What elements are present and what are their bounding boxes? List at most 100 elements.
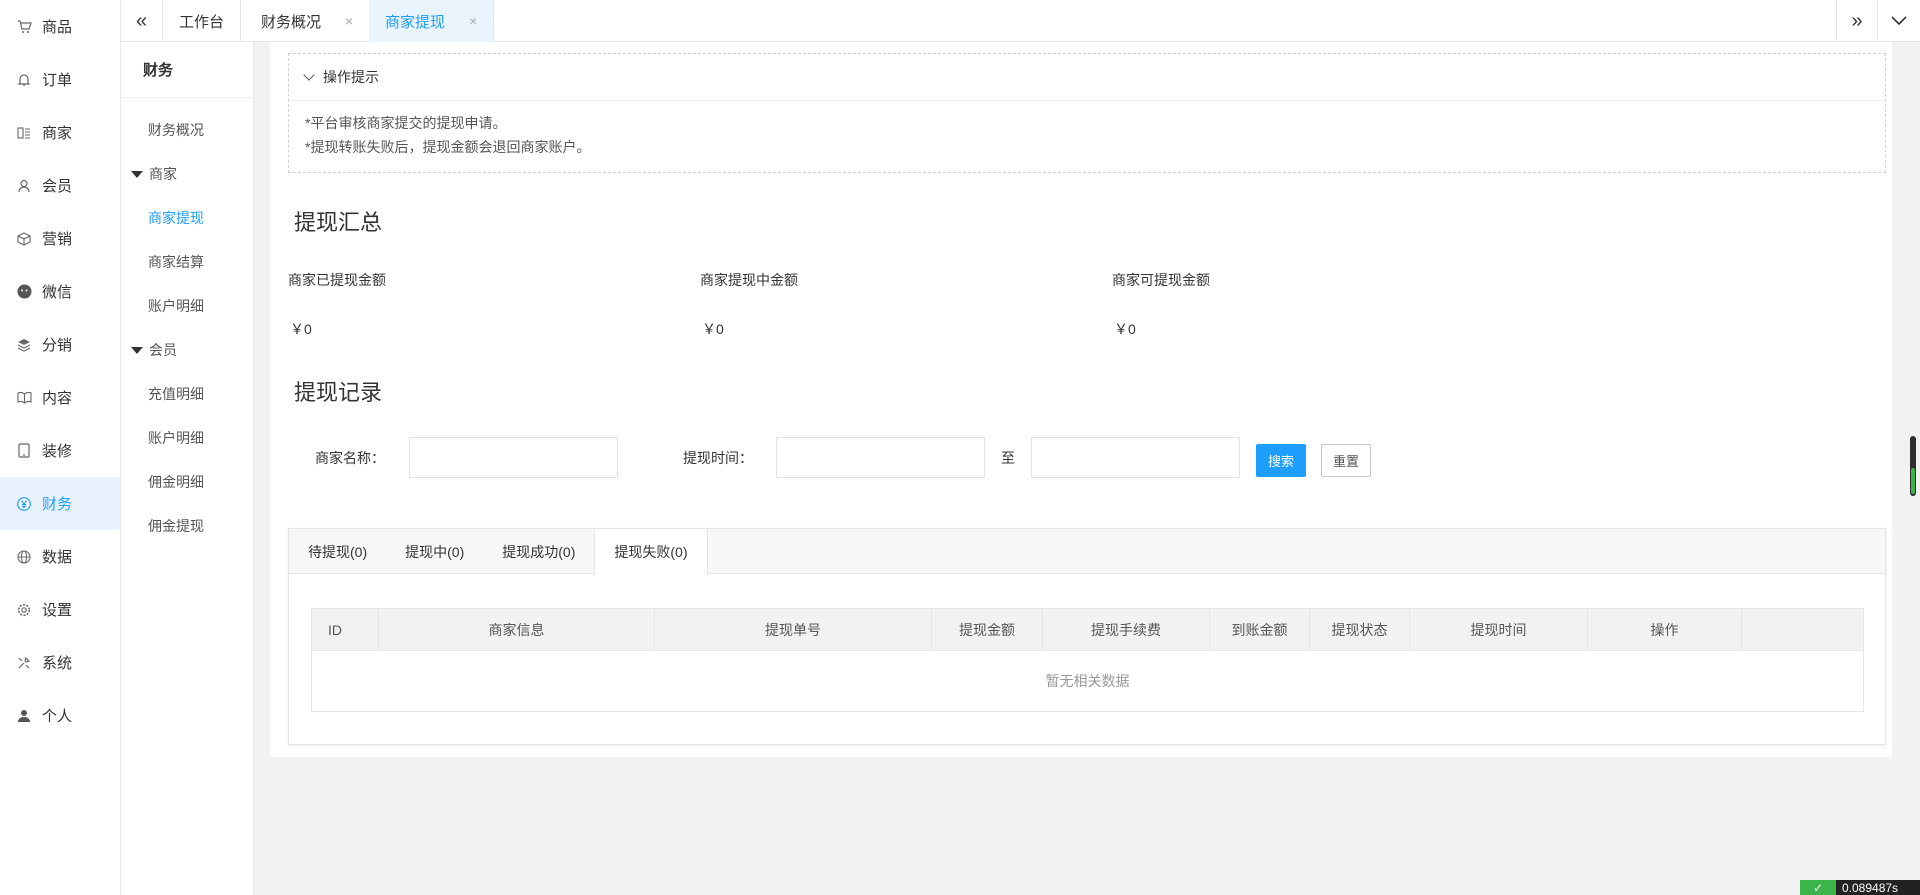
yen-icon — [16, 496, 32, 512]
sub-nav-merchant-settlement[interactable]: 商家结算 — [121, 240, 253, 284]
column-header: 操作 — [1587, 608, 1742, 651]
column-header: 到账金额 — [1209, 608, 1310, 651]
nav-item-orders[interactable]: 订单 — [0, 53, 120, 106]
status-tabs: 待提现(0) 提现中(0) 提现成功(0) 提现失败(0) — [289, 529, 1885, 575]
nav-item-label: 订单 — [42, 72, 73, 89]
layers-icon — [16, 337, 32, 353]
caret-down-icon — [131, 346, 143, 354]
stat-value-withdrawn: ￥0 — [290, 321, 312, 337]
column-header — [1741, 608, 1864, 651]
sub-nav-merchant-withdraw[interactable]: 商家提现 — [121, 196, 253, 240]
sub-nav-commission-detail[interactable]: 佣金明细 — [121, 460, 253, 504]
column-header: 提现状态 — [1309, 608, 1410, 651]
debug-timer-value: 0.089487s — [1836, 880, 1920, 895]
sub-nav-commission-withdraw[interactable]: 佣金提现 — [121, 504, 253, 548]
merchant-name-input[interactable] — [409, 437, 618, 478]
book-icon — [16, 390, 32, 406]
debug-timer-badge: ✓ 0.089487s — [1800, 880, 1920, 895]
column-header: ID — [311, 608, 379, 651]
nav-item-label: 个人 — [42, 708, 73, 725]
stat-label-pending: 商家提现中金额 — [700, 272, 798, 288]
withdraw-tabs-panel: 待提现(0) 提现中(0) 提现成功(0) 提现失败(0) ID 商家信息 提现… — [288, 528, 1886, 745]
sub-nav-merchant-account-detail[interactable]: 账户明细 — [121, 284, 253, 328]
search-button[interactable]: 搜索 — [1256, 444, 1306, 477]
sub-nav-group-label: 会员 — [149, 342, 177, 358]
nav-item-finance[interactable]: 财务 — [0, 477, 120, 530]
close-icon[interactable]: × — [469, 13, 477, 29]
tab-workbench[interactable]: 工作台 — [163, 0, 242, 42]
tips-title: 操作提示 — [323, 69, 379, 85]
tabs-scroll-left-button[interactable]: « — [121, 0, 163, 42]
nav-item-label: 装修 — [42, 443, 73, 460]
tab-bar: « 工作台 财务概况 × 商家提现 × » — [121, 0, 1920, 42]
nav-item-label: 会员 — [42, 178, 73, 195]
nav-item-label: 设置 — [42, 602, 73, 619]
nav-item-merchants[interactable]: 商家 — [0, 106, 120, 159]
summary-title: 提现汇总 — [294, 210, 383, 235]
nav-item-members[interactable]: 会员 — [0, 159, 120, 212]
nav-item-content[interactable]: 内容 — [0, 371, 120, 424]
nav-item-wechat[interactable]: 微信 — [0, 265, 120, 318]
records-title: 提现记录 — [294, 380, 383, 405]
chevron-down-icon — [1891, 16, 1907, 26]
reset-button[interactable]: 重置 — [1321, 444, 1371, 477]
nav-item-label: 内容 — [42, 390, 73, 407]
column-header: 提现手续费 — [1042, 608, 1210, 651]
tips-toggle[interactable]: 操作提示 — [289, 54, 1885, 101]
caret-down-icon — [131, 170, 143, 178]
sub-nav-member-account-detail[interactable]: 账户明细 — [121, 416, 253, 460]
tab-finance-overview[interactable]: 财务概况 × — [245, 0, 371, 42]
tab-pending-withdraw[interactable]: 待提现(0) — [289, 529, 386, 574]
tab-label: 工作台 — [179, 13, 225, 31]
nav-item-goods[interactable]: 商品 — [0, 0, 120, 53]
double-chevron-right-icon: » — [1851, 9, 1863, 32]
sub-nav-recharge-detail[interactable]: 充值明细 — [121, 372, 253, 416]
sub-nav-group-label: 商家 — [149, 166, 177, 182]
nav-item-label: 营销 — [42, 231, 73, 248]
sub-nav-group-merchant[interactable]: 商家 — [121, 152, 253, 196]
tabs-scroll-right-button[interactable]: » — [1836, 0, 1878, 42]
box-icon — [16, 231, 32, 247]
close-icon[interactable]: × — [345, 13, 353, 29]
tab-merchant-withdraw[interactable]: 商家提现 × — [369, 0, 495, 42]
chevron-down-icon — [303, 69, 315, 81]
nav-item-settings[interactable]: 设置 — [0, 583, 120, 636]
stat-value-pending: ￥0 — [702, 321, 724, 337]
tab-withdraw-success[interactable]: 提现成功(0) — [483, 529, 594, 574]
scrollbar-thumb[interactable] — [1911, 468, 1915, 494]
nav-item-distribution[interactable]: 分销 — [0, 318, 120, 371]
operation-tips: 操作提示 *平台审核商家提交的提现申请。 *提现转账失败后，提现金额会退回商家账… — [288, 53, 1886, 173]
sub-nav-group-member[interactable]: 会员 — [121, 328, 253, 372]
main-sidebar: 商品 订单 商家 会员 营销 微信 分销 内容 装修 财务 数据 设置 系统 个… — [0, 0, 121, 895]
start-date-input[interactable] — [776, 437, 985, 478]
tabs-menu-button[interactable] — [1878, 0, 1920, 42]
withdraw-records-table: ID 商家信息 提现单号 提现金额 提现手续费 到账金额 提现状态 提现时间 操… — [311, 608, 1864, 712]
sub-sidebar-title: 财务 — [121, 42, 253, 98]
nav-item-decoration[interactable]: 装修 — [0, 424, 120, 477]
empty-state-text: 暂无相关数据 — [311, 650, 1864, 712]
person-icon — [16, 708, 32, 724]
nav-item-system[interactable]: 系统 — [0, 636, 120, 689]
tab-withdrawing[interactable]: 提现中(0) — [386, 529, 483, 574]
table-header-row: ID 商家信息 提现单号 提现金额 提现手续费 到账金额 提现状态 提现时间 操… — [311, 608, 1864, 651]
nav-item-personal[interactable]: 个人 — [0, 689, 120, 742]
nav-item-data[interactable]: 数据 — [0, 530, 120, 583]
nav-item-label: 商家 — [42, 125, 73, 142]
tab-withdraw-failed[interactable]: 提现失败(0) — [594, 529, 708, 575]
stat-label-withdrawn: 商家已提现金额 — [288, 272, 386, 288]
gear-icon — [16, 602, 32, 618]
tablet-icon — [16, 443, 32, 459]
cart-icon — [16, 19, 32, 35]
nav-item-label: 分销 — [42, 337, 73, 354]
nav-item-marketing[interactable]: 营销 — [0, 212, 120, 265]
store-icon — [16, 125, 32, 141]
nav-item-label: 商品 — [42, 19, 73, 36]
leaf-icon: ✓ — [1800, 880, 1836, 895]
column-header: 提现时间 — [1409, 608, 1588, 651]
main-content: 操作提示 *平台审核商家提交的提现申请。 *提现转账失败后，提现金额会退回商家账… — [270, 42, 1892, 757]
end-date-input[interactable] — [1031, 437, 1240, 478]
date-range-separator: 至 — [1001, 450, 1015, 466]
tab-label: 财务概况 — [261, 13, 322, 31]
wechat-icon — [16, 284, 32, 300]
sub-nav-finance-overview[interactable]: 财务概况 — [121, 108, 253, 152]
